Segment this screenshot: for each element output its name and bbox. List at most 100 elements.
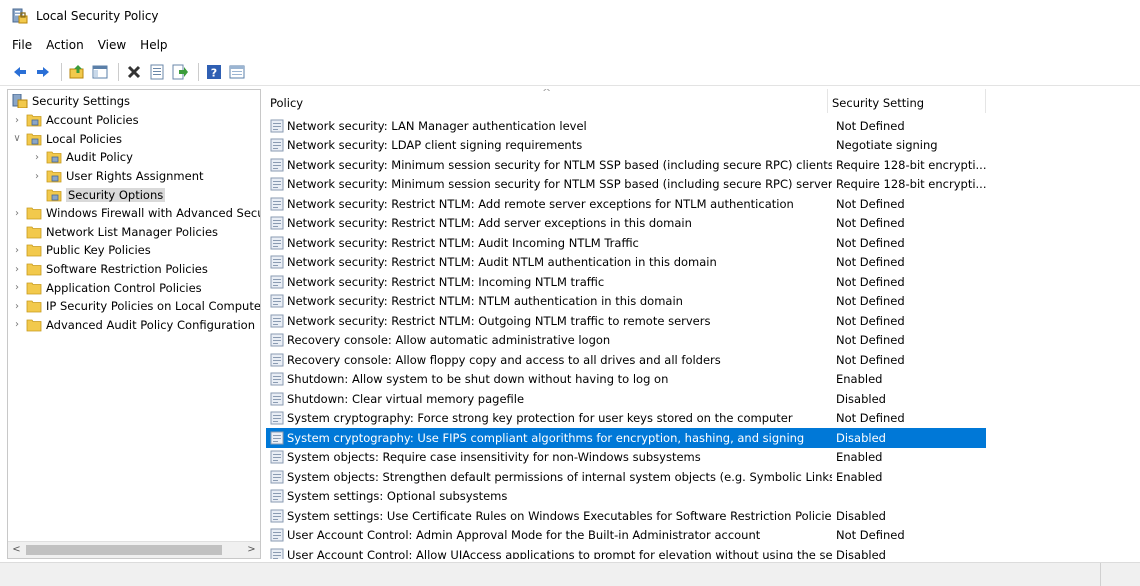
tree-item[interactable]: › Audit Policy	[32, 148, 133, 167]
policy-setting-icon	[270, 197, 284, 211]
security-setting-value: Negotiate signing	[836, 138, 938, 153]
policy-list[interactable]: ^ Policy Security Setting Network securi…	[266, 89, 1140, 559]
table-row[interactable]: Shutdown: Clear virtual memory pagefile D…	[266, 389, 986, 409]
tree-horizontal-scrollbar[interactable]: < >	[8, 541, 260, 558]
tree-item[interactable]: › Advanced Audit Policy Configuration	[12, 316, 255, 335]
policy-name: Network security: Restrict NTLM: Incomin…	[287, 274, 605, 289]
table-row[interactable]: Network security: Restrict NTLM: Outgoin…	[266, 311, 986, 331]
table-row[interactable]: User Account Control: Admin Approval Mod…	[266, 526, 986, 546]
policy-setting-icon	[270, 353, 284, 367]
policy-setting-icon	[270, 158, 284, 172]
tree-item[interactable]: › Public Key Policies	[12, 241, 151, 260]
forward-arrow-icon	[37, 66, 49, 77]
table-row[interactable]: Network security: Restrict NTLM: NTLM au…	[266, 292, 986, 312]
table-row[interactable]: Network security: Restrict NTLM: Audit N…	[266, 253, 986, 273]
app-icon	[12, 8, 28, 24]
menu-help[interactable]: Help	[140, 38, 167, 52]
chevron-right-icon[interactable]: ›	[12, 282, 22, 293]
table-row[interactable]: Network security: Minimum session securi…	[266, 155, 987, 175]
back-button[interactable]	[10, 62, 30, 82]
policy-name: Network security: LDAP client signing re…	[287, 138, 583, 153]
tree-item[interactable]: › Application Control Policies	[12, 278, 202, 297]
console-tree[interactable]: Security Settings › Account Policies ∨ Loca…	[7, 89, 261, 559]
table-row[interactable]: Network security: LAN Manager authentica…	[266, 116, 986, 136]
policy-name: Recovery console: Allow floppy copy and …	[287, 352, 721, 367]
chevron-right-icon[interactable]: ›	[12, 264, 22, 275]
chevron-down-icon[interactable]: ∨	[12, 133, 22, 144]
table-row[interactable]: Network security: Restrict NTLM: Add rem…	[266, 194, 986, 214]
scrollbar-thumb[interactable]	[26, 545, 222, 555]
table-row[interactable]: Recovery console: Allow automatic admini…	[266, 331, 986, 351]
properties-button[interactable]	[147, 62, 167, 82]
tree-item-label: Security Options	[66, 187, 166, 202]
tree-item-label: Public Key Policies	[46, 243, 151, 258]
policy-setting-icon	[270, 470, 284, 484]
security-setting-value: Not Defined	[836, 411, 905, 426]
chevron-right-icon[interactable]: ›	[12, 301, 22, 312]
table-row[interactable]: Network security: Minimum session securi…	[266, 175, 987, 195]
column-header-policy[interactable]: Policy	[266, 89, 828, 113]
tree-item-label: Advanced Audit Policy Configuration	[46, 317, 255, 332]
tree-item[interactable]: › Software Restriction Policies	[12, 260, 208, 279]
tree-item[interactable]: › User Rights Assignment	[32, 167, 204, 186]
menu-action[interactable]: Action	[46, 38, 84, 52]
security-setting-value: Require 128-bit encrypti...	[836, 157, 987, 172]
security-setting-value: Not Defined	[836, 235, 905, 250]
table-row[interactable]: Network security: Restrict NTLM: Audit I…	[266, 233, 986, 253]
chevron-right-icon[interactable]: ›	[12, 208, 22, 219]
forward-button[interactable]	[33, 62, 53, 82]
menu-view[interactable]: View	[98, 38, 126, 52]
tree-item-label: Account Policies	[46, 113, 139, 128]
policy-folder-icon	[46, 152, 62, 164]
delete-icon	[127, 65, 141, 78]
chevron-right-icon[interactable]: ›	[32, 171, 42, 182]
show-hide-console-tree-button[interactable]	[90, 62, 110, 82]
tree-root[interactable]: Security Settings	[12, 92, 130, 111]
scroll-right-icon[interactable]: >	[243, 542, 260, 558]
help-button[interactable]: ?	[204, 62, 224, 82]
table-row[interactable]: System cryptography: Use FIPS compliant …	[266, 428, 986, 448]
policy-setting-icon	[270, 489, 284, 503]
policy-name: Network security: Restrict NTLM: NTLM au…	[287, 294, 683, 309]
chevron-right-icon[interactable]: ›	[12, 115, 22, 126]
delete-button[interactable]	[124, 62, 144, 82]
status-bar	[0, 562, 1140, 586]
chevron-right-icon[interactable]: ›	[12, 319, 22, 330]
chevron-right-icon[interactable]: ›	[32, 152, 42, 163]
up-one-level-button[interactable]	[67, 62, 87, 82]
tree-item[interactable]: Network List Manager Policies	[12, 223, 218, 242]
policy-setting-icon	[270, 392, 284, 406]
table-row[interactable]: Network security: Restrict NTLM: Add ser…	[266, 214, 986, 234]
policy-setting-icon	[270, 450, 284, 464]
policy-name: Shutdown: Clear virtual memory pagefile	[287, 391, 525, 406]
table-row[interactable]: Shutdown: Allow system to be shut down w…	[266, 370, 986, 390]
table-row[interactable]: System settings: Use Certificate Rules o…	[266, 506, 986, 526]
table-row[interactable]: System objects: Strengthen default permi…	[266, 467, 986, 487]
policy-name: User Account Control: Admin Approval Mod…	[287, 528, 761, 543]
table-row[interactable]: System settings: Optional subsystems	[266, 487, 986, 507]
security-setting-value: Not Defined	[836, 528, 905, 543]
table-row[interactable]: System objects: Require case insensitivi…	[266, 448, 986, 468]
tree-item[interactable]: › Windows Firewall with Advanced Secu	[12, 204, 260, 223]
menu-file[interactable]: File	[12, 38, 32, 52]
tree-item[interactable]: Security Options	[32, 185, 166, 204]
table-row[interactable]: System cryptography: Force strong key pr…	[266, 409, 986, 429]
policy-name: Network security: Restrict NTLM: Add rem…	[287, 196, 794, 211]
security-settings-icon	[12, 94, 28, 109]
table-row[interactable]: Network security: LDAP client signing re…	[266, 136, 986, 156]
table-row[interactable]: Network security: Restrict NTLM: Incomin…	[266, 272, 986, 292]
tree-item[interactable]: › IP Security Policies on Local Compute	[12, 297, 260, 316]
tree-item[interactable]: ∨ Local Policies	[12, 130, 122, 149]
policy-setting-icon	[270, 294, 284, 308]
scroll-left-icon[interactable]: <	[8, 542, 25, 558]
menu-bar: File Action View Help	[0, 34, 182, 56]
console-view-button[interactable]	[227, 62, 247, 82]
table-row[interactable]: User Account Control: Allow UIAccess app…	[266, 545, 986, 559]
export-list-button[interactable]	[170, 62, 190, 82]
policy-name: System objects: Strengthen default permi…	[287, 469, 832, 484]
chevron-right-icon[interactable]: ›	[12, 245, 22, 256]
tree-item[interactable]: › Account Policies	[12, 111, 139, 130]
column-header-security-setting[interactable]: Security Setting	[828, 89, 986, 113]
table-row[interactable]: Recovery console: Allow floppy copy and …	[266, 350, 986, 370]
tree-root-label: Security Settings	[32, 94, 131, 109]
